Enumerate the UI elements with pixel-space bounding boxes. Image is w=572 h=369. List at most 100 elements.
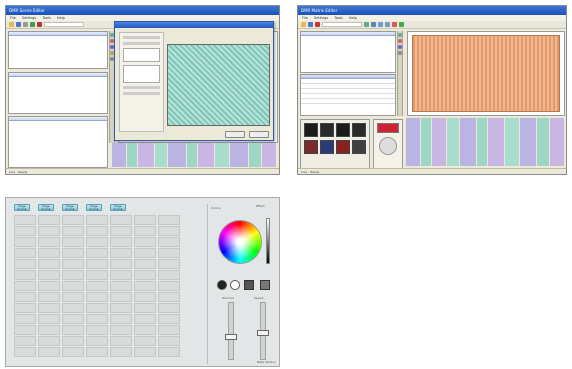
scene-cell[interactable] (110, 292, 132, 302)
effect-thumb[interactable] (304, 140, 318, 154)
scene-cell[interactable] (158, 248, 180, 258)
print-icon[interactable] (23, 22, 28, 27)
scene-cell[interactable] (62, 215, 84, 225)
scene-name-field[interactable] (322, 22, 362, 27)
scene-cell[interactable] (158, 325, 180, 335)
scene-cell[interactable] (14, 226, 36, 236)
scene-cell[interactable] (134, 336, 156, 346)
scene-cell[interactable] (62, 248, 84, 258)
scene-cell[interactable] (110, 281, 132, 291)
save-icon[interactable] (308, 22, 313, 27)
scene-cell[interactable] (158, 281, 180, 291)
scene-cell[interactable] (62, 347, 84, 357)
shutter-button[interactable] (217, 280, 227, 290)
scene-cell[interactable] (158, 237, 180, 247)
scene-cell[interactable] (134, 237, 156, 247)
scene-cell[interactable] (110, 248, 132, 258)
menu-file[interactable]: File (10, 16, 16, 20)
scene-cell[interactable] (110, 270, 132, 280)
page-button-2[interactable]: Page Scene (38, 204, 54, 211)
scene-cell[interactable] (38, 248, 60, 258)
scene-cell[interactable] (38, 215, 60, 225)
scene-cell[interactable] (158, 259, 180, 269)
strobe-button[interactable] (230, 280, 240, 290)
scene-cell[interactable] (38, 226, 60, 236)
gobo-icon[interactable] (398, 45, 402, 49)
scene-cell[interactable] (134, 314, 156, 324)
scene-cell[interactable] (110, 303, 132, 313)
scene-cell[interactable] (110, 336, 132, 346)
timeline[interactable] (112, 143, 278, 167)
scene-cell[interactable] (38, 325, 60, 335)
scene-cell[interactable] (134, 270, 156, 280)
scene-cell[interactable] (86, 248, 108, 258)
effect-icon[interactable] (398, 33, 402, 37)
scene-cell[interactable] (86, 226, 108, 236)
scene-cell[interactable] (14, 347, 36, 357)
scene-cell[interactable] (38, 259, 60, 269)
gobo-button[interactable] (244, 280, 254, 290)
scene-cell[interactable] (62, 303, 84, 313)
zoom-out-icon[interactable] (385, 22, 390, 27)
matrix-icon[interactable] (364, 22, 369, 27)
scene-cell[interactable] (62, 314, 84, 324)
scene-cell[interactable] (38, 281, 60, 291)
scene-cell[interactable] (110, 347, 132, 357)
settings-icon[interactable] (398, 51, 402, 55)
page-button-5[interactable]: Page Scene (110, 204, 126, 211)
scene-cell[interactable] (134, 292, 156, 302)
scene-cell[interactable] (158, 226, 180, 236)
fill-icon[interactable] (399, 22, 404, 27)
scene-cell[interactable] (38, 237, 60, 247)
menu-settings[interactable]: Settings (22, 16, 36, 20)
menu-tools[interactable]: Tools (334, 16, 343, 20)
dimmer-fader-knob[interactable] (225, 334, 237, 340)
grid-icon[interactable] (371, 22, 376, 27)
save-icon[interactable] (16, 22, 21, 27)
scene-cell[interactable] (86, 303, 108, 313)
color-icon[interactable] (392, 22, 397, 27)
scene-cell[interactable] (158, 347, 180, 357)
scene-cell[interactable] (134, 259, 156, 269)
menu-settings[interactable]: Settings (314, 16, 328, 20)
stop-icon[interactable] (37, 22, 42, 27)
scene-cell[interactable] (134, 226, 156, 236)
scene-cell[interactable] (38, 292, 60, 302)
scene-cell[interactable] (86, 347, 108, 357)
folder-icon[interactable] (9, 22, 14, 27)
scene-cell[interactable] (86, 215, 108, 225)
scene-cell[interactable] (86, 314, 108, 324)
scene-cell[interactable] (38, 303, 60, 313)
effect-thumb[interactable] (352, 123, 366, 137)
scene-cell[interactable] (134, 303, 156, 313)
scene-cell[interactable] (86, 259, 108, 269)
scene-cell[interactable] (14, 281, 36, 291)
scene-cell[interactable] (86, 270, 108, 280)
pattern-preview[interactable] (167, 44, 270, 126)
scene-cell[interactable] (158, 270, 180, 280)
color-icon[interactable] (398, 39, 402, 43)
scene-cell[interactable] (62, 281, 84, 291)
effect-thumb[interactable] (336, 140, 350, 154)
scene-cell[interactable] (14, 336, 36, 346)
scene-cell[interactable] (86, 281, 108, 291)
scene-cell[interactable] (14, 325, 36, 335)
scene-cell[interactable] (110, 215, 132, 225)
scene-cell[interactable] (62, 325, 84, 335)
brightness-slider[interactable] (266, 218, 270, 264)
scene-cell[interactable] (110, 226, 132, 236)
menu-file[interactable]: File (302, 16, 308, 20)
scene-cell[interactable] (38, 336, 60, 346)
effect-thumb[interactable] (304, 123, 318, 137)
effect-thumb[interactable] (320, 123, 334, 137)
scene-cell[interactable] (14, 215, 36, 225)
scene-cell[interactable] (110, 259, 132, 269)
scene-cell[interactable] (110, 314, 132, 324)
play-icon[interactable] (30, 22, 35, 27)
scene-cell[interactable] (158, 336, 180, 346)
color-wheel[interactable] (218, 220, 262, 264)
folder-icon[interactable] (301, 22, 306, 27)
scene-cell[interactable] (134, 281, 156, 291)
scene-cell[interactable] (110, 237, 132, 247)
effect-thumb[interactable] (320, 140, 334, 154)
